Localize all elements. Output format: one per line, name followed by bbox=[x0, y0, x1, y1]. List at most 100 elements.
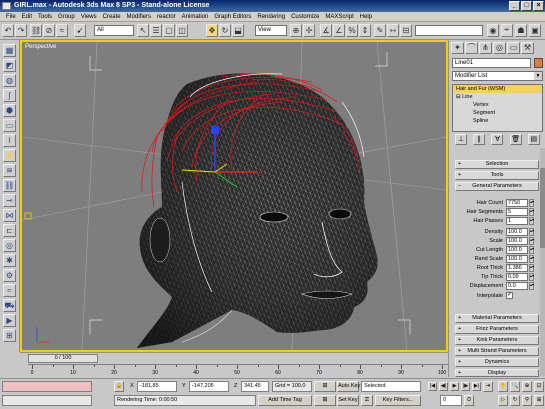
arc-rotate-icon[interactable]: ↻ bbox=[510, 395, 520, 406]
key-mode-toggle-icon[interactable]: ⇥ bbox=[483, 381, 493, 392]
spinner-icon[interactable]: ▴▾ bbox=[529, 208, 534, 216]
menu-create[interactable]: Create bbox=[100, 12, 124, 21]
stack-item-spline[interactable]: Spline bbox=[453, 117, 542, 125]
rollout-multi-strand-parameters[interactable]: + Multi Strand Parameters bbox=[455, 347, 539, 356]
param-value-field[interactable]: 100.0 bbox=[506, 255, 528, 263]
chevron-down-icon[interactable]: ▼ bbox=[534, 72, 542, 80]
menu-group[interactable]: Group bbox=[55, 12, 78, 21]
menu-animation[interactable]: Animation bbox=[179, 12, 212, 21]
named-selection-icon[interactable]: ✎ bbox=[374, 24, 386, 37]
menu-reactor[interactable]: reactor bbox=[154, 12, 179, 21]
menu-graph-editors[interactable]: Graph Editors bbox=[211, 12, 254, 21]
maximize-viewport-icon[interactable]: ⊞ bbox=[534, 395, 544, 406]
selection-filter-dropdown[interactable]: All bbox=[94, 25, 134, 36]
reference-coordinate-dropdown[interactable]: View bbox=[255, 25, 287, 36]
modify-tab-icon[interactable]: ⌒ bbox=[465, 42, 478, 54]
close-button[interactable]: × bbox=[533, 1, 544, 11]
go-to-end-icon[interactable]: ▶| bbox=[472, 382, 481, 391]
rotate-icon[interactable]: ↻ bbox=[219, 24, 231, 37]
param-value-field[interactable]: 1.386 bbox=[506, 264, 528, 272]
y-coordinate-field[interactable]: -147,205 bbox=[189, 381, 229, 392]
spinner-icon[interactable]: ▴▾ bbox=[529, 264, 534, 272]
interpolate-checkbox[interactable]: ✓ bbox=[506, 292, 513, 299]
analyze-world-icon[interactable]: ⊞ bbox=[3, 329, 16, 342]
cloth-collection-icon[interactable]: ◩ bbox=[3, 59, 16, 72]
rigid-body-collection-icon[interactable]: ▦ bbox=[3, 44, 16, 57]
spinner-icon[interactable]: ▴▾ bbox=[529, 217, 534, 225]
scrollbar-thumb[interactable] bbox=[540, 168, 545, 248]
show-end-result-icon[interactable]: ∥ bbox=[473, 134, 486, 145]
key-filters-button[interactable]: Key Filters... bbox=[375, 395, 421, 406]
toy-car-icon[interactable]: ⛟ bbox=[3, 299, 16, 312]
x-coordinate-field[interactable]: -181,85 bbox=[137, 381, 177, 392]
motion-tab-icon[interactable]: ◎ bbox=[493, 42, 506, 54]
rectangular-selection-icon[interactable]: ▢ bbox=[163, 24, 175, 37]
snap-toggle-icon[interactable]: ∡ bbox=[320, 24, 332, 37]
current-frame-field[interactable]: 0 bbox=[440, 395, 462, 406]
quick-render-icon[interactable]: ☗ bbox=[515, 24, 527, 37]
menu-tools[interactable]: Tools bbox=[35, 12, 55, 21]
param-value-field[interactable]: 0.0 bbox=[506, 282, 528, 290]
param-value-field[interactable]: 7750 bbox=[506, 199, 528, 207]
key-mode-dropdown[interactable]: Selected bbox=[361, 381, 421, 392]
time-slider[interactable]: 0 / 100 bbox=[28, 354, 98, 363]
pivot-center-icon[interactable]: ⊕ bbox=[290, 24, 302, 37]
select-link-icon[interactable]: ⛓ bbox=[30, 24, 42, 37]
select-by-name-icon[interactable]: ☰ bbox=[150, 24, 162, 37]
param-value-field[interactable]: 1 bbox=[506, 217, 528, 225]
named-selection-sets-dropdown[interactable] bbox=[415, 25, 483, 36]
go-to-start-icon[interactable]: |◀ bbox=[428, 382, 437, 391]
make-unique-icon[interactable]: ∀ bbox=[491, 134, 504, 145]
perspective-viewport[interactable]: Perspective x bbox=[20, 40, 448, 352]
rollout-general-parameters[interactable]: − General Parameters bbox=[455, 182, 539, 191]
auto-key-button[interactable]: Auto Key bbox=[337, 381, 360, 392]
car-wheel-icon[interactable]: ◎ bbox=[3, 239, 16, 252]
spinner-icon[interactable]: ▴▾ bbox=[529, 273, 534, 281]
menu-help[interactable]: Help bbox=[357, 12, 375, 21]
create-tab-icon[interactable]: ✦ bbox=[451, 42, 464, 54]
deforming-mesh-icon[interactable]: ⬢ bbox=[3, 104, 16, 117]
next-frame-icon[interactable]: |▶ bbox=[461, 382, 470, 391]
object-color-swatch[interactable] bbox=[534, 58, 543, 68]
maximize-button[interactable]: □ bbox=[521, 1, 532, 11]
window-crossing-icon[interactable]: ◫ bbox=[176, 24, 188, 37]
object-name-field[interactable]: Line01 bbox=[452, 58, 531, 68]
select-manipulate-icon[interactable]: ✢ bbox=[303, 24, 315, 37]
key-icon[interactable]: ⚿ bbox=[361, 395, 373, 406]
play-icon[interactable]: ▶ bbox=[450, 382, 459, 391]
spinner-snap-icon[interactable]: ⇕ bbox=[359, 24, 371, 37]
spinner-icon[interactable]: ▴▾ bbox=[529, 246, 534, 254]
preview-animation-icon[interactable]: ▶ bbox=[3, 314, 16, 327]
maxscript-listener-field[interactable] bbox=[2, 381, 92, 392]
set-key-button[interactable]: Set Key bbox=[337, 395, 359, 406]
align-icon[interactable]: ⊟ bbox=[400, 24, 412, 37]
spring-icon[interactable]: ⌇ bbox=[3, 134, 16, 147]
rollout-display[interactable]: + Display bbox=[455, 369, 539, 377]
zoom-extents-icon[interactable]: ⊡ bbox=[534, 381, 544, 392]
rollout-selection[interactable]: + Selection bbox=[455, 160, 539, 169]
pan-icon[interactable]: ✋ bbox=[498, 381, 508, 392]
rollout-tools[interactable]: + Tools bbox=[455, 171, 539, 180]
spinner-icon[interactable]: ▴▾ bbox=[529, 255, 534, 263]
maxscript-output-field[interactable] bbox=[2, 395, 92, 406]
absolute-mode-icon[interactable]: ⊞ bbox=[314, 381, 336, 392]
pin-stack-icon[interactable]: ⊥ bbox=[455, 134, 468, 145]
rollout-dynamics[interactable]: + Dynamics bbox=[455, 358, 539, 367]
set-key-toggle-icon[interactable]: ⊞ bbox=[314, 395, 336, 406]
modifier-list-dropdown[interactable]: Modifier List ▼ bbox=[452, 71, 543, 81]
param-value-field[interactable]: 5 bbox=[506, 208, 528, 216]
material-editor-icon[interactable]: ◉ bbox=[487, 24, 499, 37]
undo-icon[interactable]: ↶ bbox=[2, 24, 14, 37]
spinner-icon[interactable]: ▴▾ bbox=[529, 282, 534, 290]
menu-maxscript[interactable]: MAXScript bbox=[322, 12, 356, 21]
stack-item-vertex[interactable]: Vertex bbox=[453, 101, 542, 109]
param-value-field[interactable]: 100.0 bbox=[506, 246, 528, 254]
unlink-icon[interactable]: ⊘ bbox=[43, 24, 55, 37]
bind-space-warp-icon[interactable]: ≈ bbox=[56, 24, 68, 37]
menu-views[interactable]: Views bbox=[78, 12, 100, 21]
time-configuration-icon[interactable]: ⏲ bbox=[464, 395, 474, 406]
soft-body-collection-icon[interactable]: ◍ bbox=[3, 74, 16, 87]
lock-selection-icon[interactable]: 🔒 bbox=[114, 381, 124, 392]
walk-through-icon[interactable]: ⚲ bbox=[522, 395, 532, 406]
rollout-material-parameters[interactable]: + Material Parameters bbox=[455, 314, 539, 323]
